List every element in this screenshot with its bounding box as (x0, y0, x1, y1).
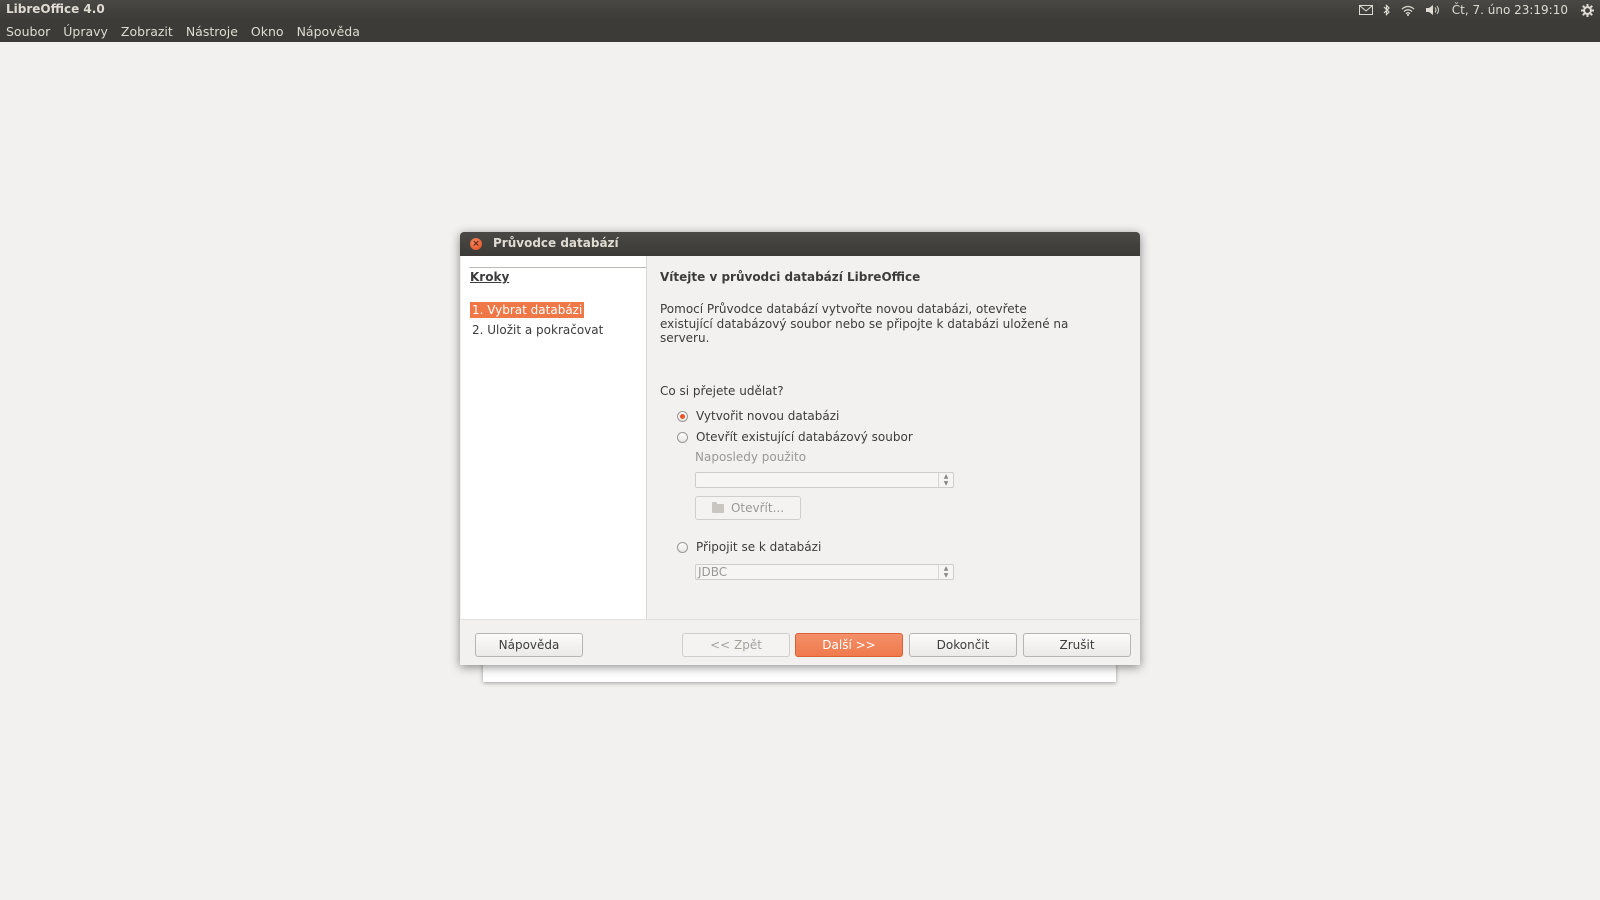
question-label: Co si přejete udělat? (660, 384, 784, 398)
content-description: Pomocí Průvodce databází vytvořte novou … (660, 302, 1069, 345)
steps-panel: Kroky 1. Vybrat databázi 2. Uložit a pok… (461, 256, 647, 619)
create-new-radio[interactable] (677, 410, 688, 422)
menu-upravy[interactable]: Úpravy (57, 24, 115, 39)
indicator-area: Čt, 7. úno 23:19:10 (1354, 0, 1600, 20)
top-panel: LibreOffice 4.0 Čt, 7. úno 23:19:10 (0, 0, 1600, 20)
dialog-titlebar[interactable]: × Průvodce databází (460, 232, 1140, 256)
connection-type-select[interactable]: JDBC ▲ ▼ (695, 564, 954, 580)
menu-zobrazit[interactable]: Zobrazit (114, 24, 179, 39)
step-select-database[interactable]: 1. Vybrat databázi (470, 302, 585, 318)
open-existing-radio[interactable] (677, 431, 688, 443)
connection-type-value: JDBC (698, 565, 728, 579)
menu-soubor[interactable]: Soubor (0, 24, 57, 39)
wifi-icon[interactable] (1401, 0, 1415, 20)
back-button[interactable]: << Zpět (682, 633, 790, 657)
finish-button[interactable]: Dokončit (909, 633, 1017, 657)
menu-nastroje[interactable]: Nástroje (179, 24, 244, 39)
steps-header: Kroky (470, 270, 510, 284)
menu-napoveda[interactable]: Nápověda (290, 24, 366, 39)
clock[interactable]: Čt, 7. úno 23:19:10 (1452, 3, 1568, 17)
help-button[interactable]: Nápověda (475, 633, 583, 657)
next-button[interactable]: Další >> (795, 633, 903, 657)
option-create-new[interactable]: Vytvořit novou databázi (677, 409, 839, 423)
recently-used-select[interactable]: ▲ ▼ (695, 472, 954, 488)
connect-label[interactable]: Připojit se k databázi (696, 540, 821, 554)
open-existing-label[interactable]: Otevřít existující databázový soubor (696, 430, 913, 444)
gear-icon[interactable] (1581, 0, 1594, 20)
database-wizard-dialog: × Průvodce databází Kroky 1. Vybrat data… (460, 232, 1140, 665)
open-file-button[interactable]: Otevřít... (695, 496, 801, 520)
spin-arrows-icon: ▲ ▼ (938, 565, 953, 579)
menu-bar: Soubor Úpravy Zobrazit Nástroje Okno Náp… (0, 20, 1600, 42)
volume-icon[interactable] (1425, 0, 1441, 20)
option-open-existing[interactable]: Otevřít existující databázový soubor (677, 430, 913, 444)
spin-arrows-icon: ▲ ▼ (938, 473, 953, 487)
app-title: LibreOffice 4.0 (6, 2, 105, 16)
step-save-and-proceed[interactable]: 2. Uložit a pokračovat (470, 322, 605, 338)
open-file-label: Otevřít... (730, 501, 785, 515)
create-new-label[interactable]: Vytvořit novou databázi (696, 409, 839, 423)
bluetooth-icon[interactable] (1383, 0, 1391, 20)
close-icon[interactable]: × (470, 238, 482, 250)
cancel-button[interactable]: Zrušit (1023, 633, 1131, 657)
recently-used-label: Naposledy použito (695, 450, 807, 464)
content-title: Vítejte v průvodci databází LibreOffice (660, 270, 921, 284)
dialog-button-bar: Nápověda << Zpět Další >> Dokončit Zruši… (461, 619, 1139, 665)
steps-divider (469, 267, 646, 268)
dialog-title: Průvodce databází (493, 236, 619, 250)
mail-icon[interactable] (1358, 0, 1373, 20)
connect-radio[interactable] (677, 541, 688, 553)
folder-icon (711, 501, 724, 513)
menu-okno[interactable]: Okno (244, 24, 290, 39)
option-connect[interactable]: Připojit se k databázi (677, 540, 821, 554)
